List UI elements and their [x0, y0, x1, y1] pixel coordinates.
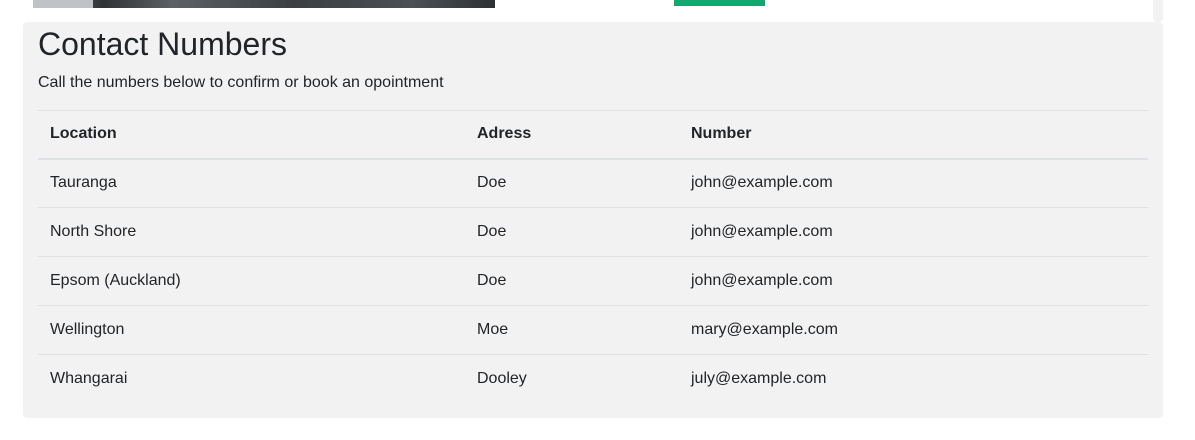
- cell-number: july@example.com: [679, 354, 1148, 404]
- cell-location: Epsom (Auckland): [38, 256, 465, 306]
- cell-number: john@example.com: [679, 256, 1148, 306]
- table-row: Whangarai Dooley july@example.com: [38, 354, 1148, 404]
- cell-number: john@example.com: [691, 174, 833, 192]
- cell-address: Moe: [465, 305, 679, 355]
- header-location: Location: [38, 110, 465, 160]
- cell-address: Doe: [465, 256, 679, 306]
- cell-location: Wellington: [38, 305, 465, 355]
- cell-location: Tauranga: [50, 174, 117, 192]
- table-row: North Shore Doe john@example.com: [38, 207, 1148, 257]
- header-address: Adress: [465, 110, 679, 160]
- page-title: Contact Numbers: [38, 26, 287, 62]
- cell-address: Doe: [465, 207, 679, 257]
- table-row: Epsom (Auckland) Doe john@example.com: [38, 256, 1148, 306]
- page: Contact Numbers Call the numbers below t…: [0, 0, 1195, 440]
- contact-card: Contact Numbers Call the numbers below t…: [23, 22, 1163, 418]
- accent-bar: [674, 0, 765, 6]
- cell-address: Doe: [477, 174, 507, 192]
- cell-location: Whangarai: [38, 354, 465, 404]
- cell-number: john@example.com: [679, 207, 1148, 257]
- table-row: Wellington Moe mary@example.com: [38, 305, 1148, 355]
- header-number: Number: [679, 110, 1148, 160]
- page-subtitle: Call the numbers below to confirm or boo…: [38, 74, 444, 91]
- panel-edge: [1153, 0, 1163, 22]
- cell-address: Dooley: [465, 354, 679, 404]
- table-row: Tauranga Doe john@example.com: [38, 159, 1148, 208]
- table-header-row: Location Adress Number: [38, 110, 1148, 160]
- header-image-cropped: [33, 0, 495, 8]
- contact-table: Location Adress Number Tauranga Doe john…: [38, 110, 1148, 404]
- cell-number: mary@example.com: [679, 305, 1148, 355]
- cell-location: North Shore: [38, 207, 465, 257]
